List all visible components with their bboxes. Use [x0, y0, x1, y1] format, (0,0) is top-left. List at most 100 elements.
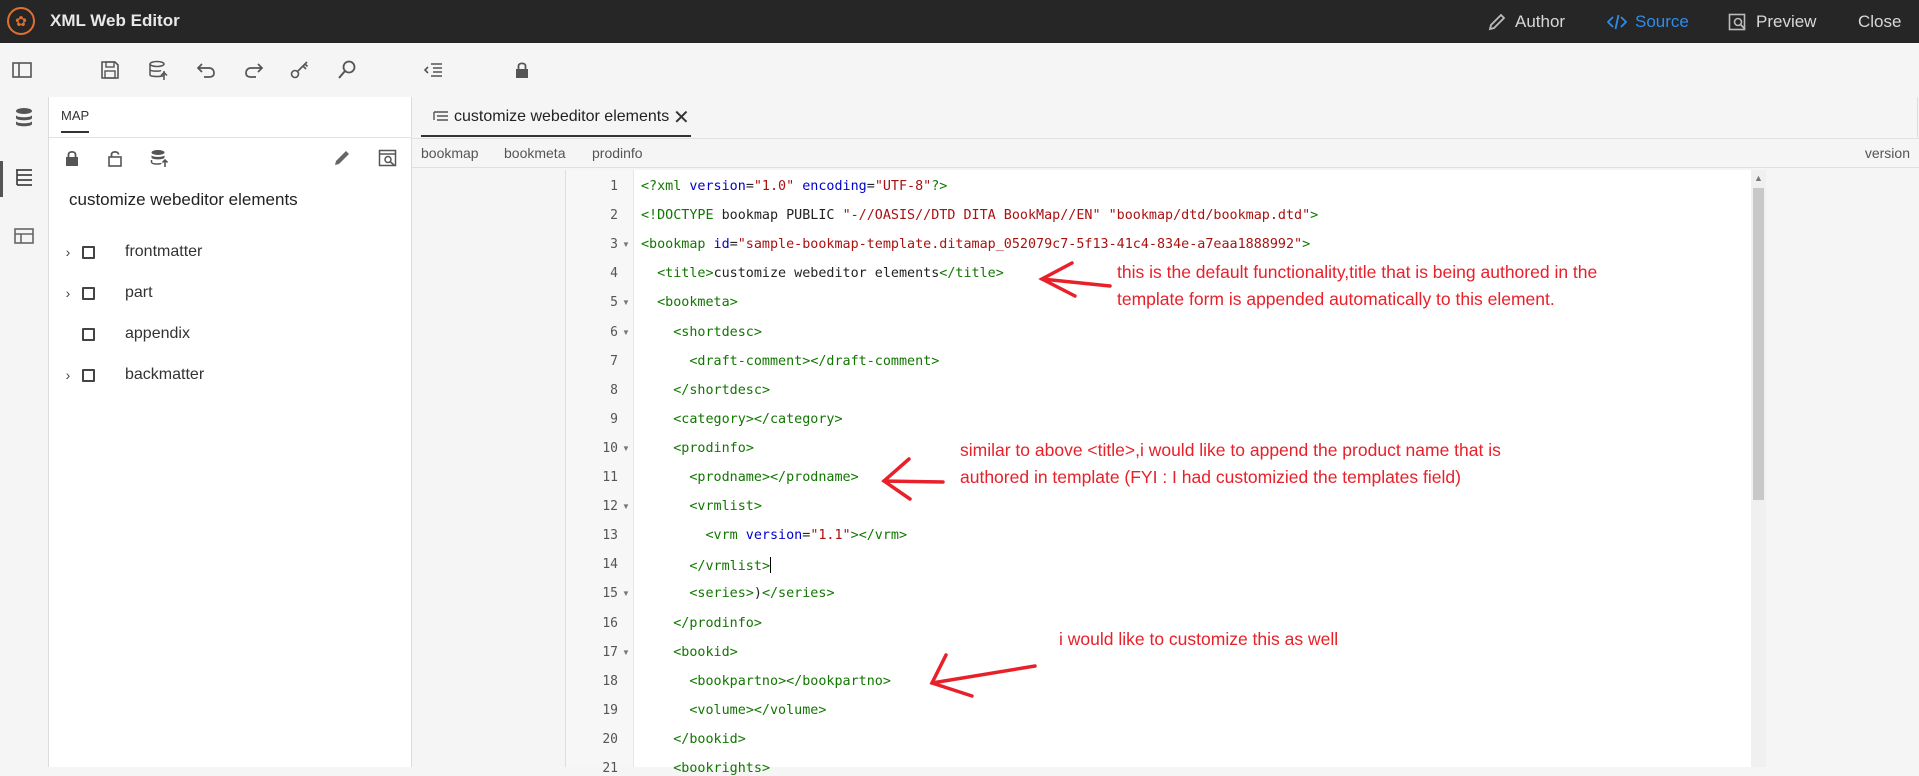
- annotation-note-3: i would like to customize this as well: [1059, 626, 1338, 653]
- map-upload-button[interactable]: [146, 145, 172, 171]
- code-line[interactable]: <series>)</series>: [641, 586, 834, 601]
- panel-toggle-icon: [12, 62, 32, 78]
- chevron-right-icon[interactable]: ›: [61, 244, 75, 260]
- code-line[interactable]: </shortdesc>: [641, 383, 770, 398]
- code-line[interactable]: <vrmlist>: [641, 499, 762, 514]
- tree-item-appendix[interactable]: appendix: [49, 320, 412, 348]
- code-line[interactable]: </vrmlist>: [641, 557, 771, 574]
- pencil-icon: [1488, 13, 1506, 30]
- chevron-right-icon[interactable]: ›: [61, 285, 75, 301]
- code-line[interactable]: </bookid>: [641, 732, 746, 747]
- preview-icon: [1728, 13, 1746, 30]
- tree-item-backmatter[interactable]: › backmatter: [49, 361, 412, 389]
- tree-item-label: frontmatter: [125, 243, 203, 260]
- annotation-note-1: this is the default functionality,title …: [1117, 259, 1597, 313]
- line-number: 3: [610, 237, 618, 253]
- checkbox[interactable]: [82, 327, 95, 341]
- map-view-rail-button[interactable]: [9, 163, 39, 193]
- preview-nav-button[interactable]: Preview: [1728, 0, 1816, 43]
- code-line[interactable]: <bookid>: [641, 645, 738, 660]
- breadcrumb-bookmap[interactable]: bookmap: [421, 145, 479, 161]
- breadcrumb-version[interactable]: version: [1865, 145, 1910, 161]
- tree-item-frontmatter[interactable]: › frontmatter: [49, 238, 412, 266]
- active-rail-indicator: [0, 161, 3, 197]
- lock-map-button[interactable]: [59, 145, 85, 171]
- key-icon: [290, 61, 309, 79]
- line-number: 12: [602, 499, 618, 515]
- close-nav-button[interactable]: Close: [1858, 0, 1901, 43]
- code-line[interactable]: <bookrights>: [641, 761, 770, 776]
- insert-key-button[interactable]: [287, 57, 313, 83]
- fold-toggle-icon[interactable]: ▼: [622, 328, 630, 337]
- editor-area: customize webeditor elements ✕ bookmap b…: [412, 97, 1919, 776]
- find-button[interactable]: [334, 57, 360, 83]
- code-line[interactable]: <?xml version="1.0" encoding="UTF-8"?>: [641, 179, 947, 194]
- map-tab[interactable]: MAP: [61, 108, 90, 133]
- chevron-right-icon[interactable]: ›: [61, 367, 75, 383]
- fold-toggle-icon[interactable]: ▼: [622, 298, 630, 307]
- toggle-panel-button[interactable]: [9, 57, 35, 83]
- fold-toggle-icon[interactable]: ▼: [622, 589, 630, 598]
- author-nav-button[interactable]: Author: [1487, 0, 1565, 43]
- code-line[interactable]: <bookpartno></bookpartno>: [641, 674, 891, 689]
- text-cursor: [770, 557, 771, 574]
- annotation-text: authored in template (FYI : I had custom…: [960, 467, 1461, 487]
- line-number: 11: [602, 470, 618, 485]
- code-line[interactable]: <prodname></prodname>: [641, 470, 858, 485]
- document-tab[interactable]: customize webeditor elements ✕: [421, 97, 691, 137]
- scroll-up-icon[interactable]: ▲: [1754, 173, 1763, 183]
- outdent-button[interactable]: [420, 57, 446, 83]
- upload-version-button[interactable]: [145, 57, 171, 83]
- line-number: 8: [610, 382, 618, 398]
- checkbox[interactable]: [82, 286, 95, 300]
- source-nav-button[interactable]: Source: [1607, 0, 1689, 43]
- scroll-thumb[interactable]: [1753, 188, 1764, 500]
- unlock-map-button[interactable]: [102, 145, 128, 171]
- redo-icon: [245, 63, 264, 78]
- code-line[interactable]: <vrm version="1.1"></vrm>: [641, 528, 908, 543]
- annotation-note-2: similar to above <title>,i would like to…: [960, 437, 1501, 491]
- breadcrumb-bookmeta[interactable]: bookmeta: [504, 145, 565, 161]
- tree-item-part[interactable]: › part: [49, 279, 412, 307]
- save-button[interactable]: [97, 57, 123, 83]
- map-document-icon: [433, 111, 448, 121]
- checkbox[interactable]: [82, 368, 95, 382]
- divider: [1917, 97, 1918, 137]
- undo-button[interactable]: [193, 57, 219, 83]
- checkbox[interactable]: [82, 245, 95, 259]
- code-line[interactable]: <bookmeta>: [641, 295, 738, 310]
- tree-item-label: backmatter: [125, 366, 205, 383]
- fold-toggle-icon[interactable]: ▼: [622, 240, 630, 249]
- repository-rail-button[interactable]: [9, 103, 39, 133]
- fold-toggle-icon[interactable]: ▼: [622, 444, 630, 453]
- line-number: 18: [602, 673, 618, 689]
- fold-toggle-icon[interactable]: ▼: [622, 502, 630, 511]
- line-number: 20: [602, 731, 618, 747]
- close-tab-icon[interactable]: ✕: [673, 105, 690, 130]
- line-number: 14: [602, 557, 618, 573]
- breadcrumb: bookmap bookmeta prodinfo version: [412, 138, 1919, 168]
- vertical-scrollbar[interactable]: ▲: [1751, 170, 1766, 767]
- edit-map-button[interactable]: [329, 145, 355, 171]
- code-line[interactable]: <draft-comment></draft-comment>: [641, 354, 939, 369]
- line-number: 21: [602, 761, 618, 776]
- preview-map-button[interactable]: [375, 145, 401, 171]
- breadcrumb-prodinfo[interactable]: prodinfo: [592, 145, 643, 161]
- code-line[interactable]: </prodinfo>: [641, 616, 762, 631]
- code-line[interactable]: <volume></volume>: [641, 703, 826, 718]
- fold-toggle-icon[interactable]: ▼: [622, 648, 630, 657]
- source-label: Source: [1635, 11, 1689, 31]
- lock-button[interactable]: [509, 57, 535, 83]
- search-icon: [338, 60, 356, 79]
- code-line[interactable]: <shortdesc>: [641, 325, 762, 340]
- layout-rail-button[interactable]: [9, 221, 39, 251]
- code-line[interactable]: <bookmap id="sample-bookmap-template.dit…: [641, 237, 1310, 252]
- redo-button[interactable]: [241, 57, 267, 83]
- code-line[interactable]: <title>customize webeditor elements</tit…: [641, 266, 1004, 281]
- code-line[interactable]: <prodinfo>: [641, 441, 754, 456]
- pencil-icon: [335, 151, 349, 165]
- code-line[interactable]: <!DOCTYPE bookmap PUBLIC "-//OASIS//DTD …: [641, 208, 1318, 223]
- code-line[interactable]: <category></category>: [641, 412, 842, 427]
- map-title[interactable]: customize webeditor elements: [69, 190, 298, 210]
- annotation-text: template form is appended automatically …: [1117, 289, 1555, 309]
